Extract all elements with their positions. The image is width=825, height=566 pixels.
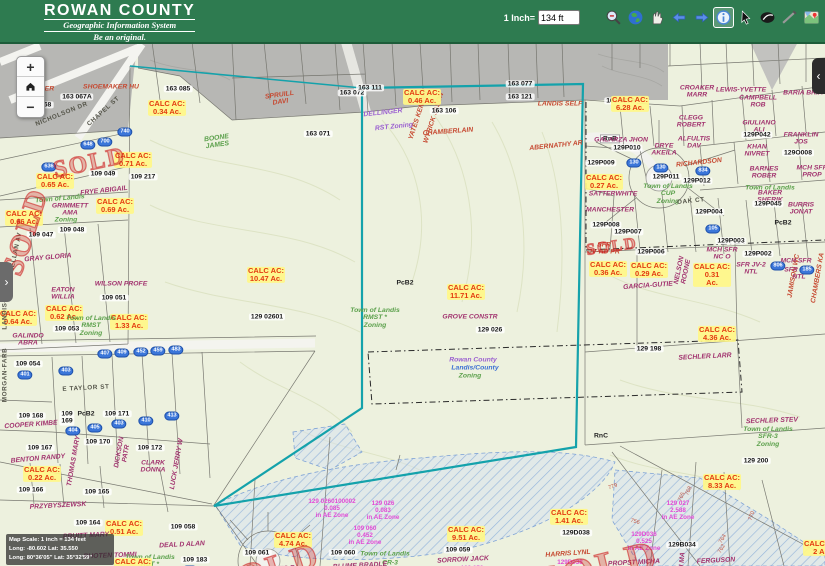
coords-decimal-text: Long: -80.602 Lat: 35.550 bbox=[9, 545, 111, 554]
right-panel-handle[interactable]: ‹ bbox=[812, 58, 825, 94]
map-zoom-in-button[interactable]: + bbox=[17, 57, 44, 77]
pointer-button[interactable] bbox=[735, 7, 756, 28]
map-zoom-out-button[interactable]: − bbox=[17, 97, 44, 117]
back-extent-button[interactable] bbox=[669, 7, 690, 28]
map-scale-text: Map Scale: 1 inch = 134 feet bbox=[9, 536, 111, 545]
full-extent-button[interactable] bbox=[625, 7, 646, 28]
measure-button[interactable] bbox=[779, 7, 800, 28]
scale-label: 1 Inch= bbox=[504, 13, 535, 23]
coords-dms-text: Long: 80°36'05" Lat: 35°32'59" bbox=[9, 554, 111, 563]
logo-text: ROWAN COUNTY bbox=[44, 2, 195, 19]
county-logo: ROWAN COUNTY Geographic Information Syst… bbox=[44, 2, 195, 42]
identify-button[interactable] bbox=[713, 7, 734, 28]
map-artwork bbox=[0, 42, 825, 566]
logo-tagline: Be an original. bbox=[44, 32, 195, 42]
map-canvas[interactable]: 163 085CALC AC: 0.34 Ac.SPRUILL DAVI163 … bbox=[0, 42, 825, 566]
pan-button[interactable] bbox=[647, 7, 668, 28]
zoom-in-button[interactable] bbox=[581, 7, 602, 28]
zoom-out-button[interactable] bbox=[603, 7, 624, 28]
map-zoom-control: + − bbox=[16, 56, 45, 118]
app-header: ROWAN COUNTY Geographic Information Syst… bbox=[0, 0, 825, 44]
forward-extent-button[interactable] bbox=[691, 7, 712, 28]
google-map-button[interactable] bbox=[801, 7, 822, 28]
scale-input[interactable] bbox=[538, 10, 580, 25]
left-panel-handle[interactable]: › bbox=[0, 262, 13, 302]
gis-application: 163 085CALC AC: 0.34 Ac.SPRUILL DAVI163 … bbox=[0, 0, 825, 566]
map-home-button[interactable] bbox=[17, 77, 44, 97]
logo-subtitle: Geographic Information System bbox=[44, 19, 195, 32]
map-toolbar: 1 Inch= bbox=[504, 7, 822, 28]
lasso-button[interactable] bbox=[757, 7, 778, 28]
map-scale-info-box: Map Scale: 1 inch = 134 feet Long: -80.6… bbox=[6, 534, 114, 565]
